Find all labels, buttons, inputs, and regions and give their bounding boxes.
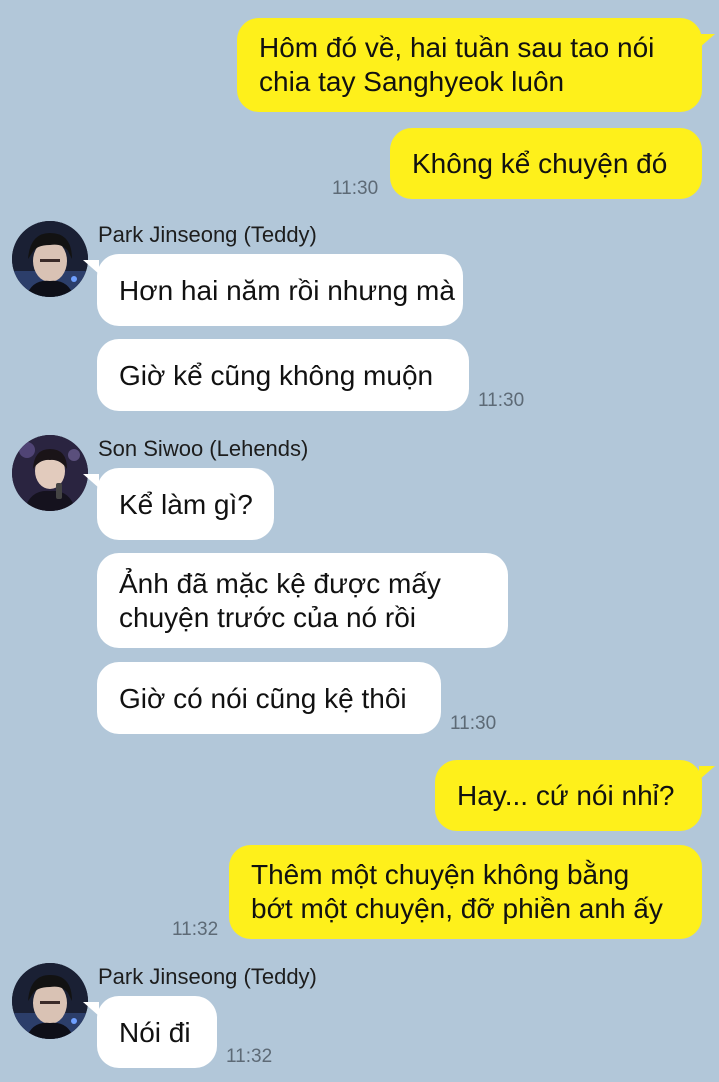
message-text: Thêm một chuyện không bằng bớt một chuyệ…	[251, 859, 663, 924]
message-bubble-incoming[interactable]: Giờ có nói cũng kệ thôi	[97, 662, 441, 734]
message-timestamp: 11:32	[172, 919, 219, 940]
message-bubble-outgoing[interactable]: Không kể chuyện đó	[390, 128, 702, 199]
bubble-tail	[699, 34, 715, 48]
sender-name: Park Jinseong (Teddy)	[98, 964, 317, 989]
avatar-icon	[12, 221, 88, 297]
sender-name: Park Jinseong (Teddy)	[98, 222, 317, 247]
message-timestamp: 11:30	[478, 390, 525, 411]
message-text: Hơn hai năm rồi nhưng mà	[119, 274, 455, 306]
message-timestamp: 11:30	[450, 713, 497, 734]
bubble-tail	[83, 1002, 99, 1016]
message-text: Hay... cứ nói nhỉ?	[457, 780, 675, 811]
sender-name: Son Siwoo (Lehends)	[98, 436, 309, 461]
avatar-lehends[interactable]	[12, 435, 88, 511]
bubble-tail	[699, 766, 715, 780]
avatar-icon	[12, 435, 88, 511]
avatar-teddy[interactable]	[12, 963, 88, 1039]
message-text: Ảnh đã mặc kệ được mấy chuyện trước của …	[119, 567, 441, 633]
message-text: Giờ có nói cũng kệ thôi	[119, 682, 407, 714]
message-text: Hôm đó về, hai tuần sau tao nói chia tay…	[259, 32, 655, 97]
message-bubble-outgoing[interactable]: Thêm một chuyện không bằng bớt một chuyệ…	[229, 845, 702, 939]
message-bubble-outgoing[interactable]: Hôm đó về, hai tuần sau tao nói chia tay…	[237, 18, 702, 112]
bubble-tail	[83, 260, 99, 274]
message-text: Nói đi	[119, 1016, 191, 1048]
message-text: Không kể chuyện đó	[412, 148, 668, 179]
bubble-tail	[83, 474, 99, 488]
message-bubble-incoming[interactable]: Nói đi	[97, 996, 217, 1068]
message-bubble-outgoing[interactable]: Hay... cứ nói nhỉ?	[435, 760, 702, 831]
chat-area[interactable]: Hôm đó về, hai tuần sau tao nói chia tay…	[0, 0, 719, 1082]
message-timestamp: 11:30	[332, 178, 379, 199]
message-bubble-incoming[interactable]: Giờ kể cũng không muộn	[97, 339, 469, 411]
message-timestamp: 11:32	[226, 1046, 273, 1067]
message-bubble-incoming[interactable]: Hơn hai năm rồi nhưng mà	[97, 254, 463, 326]
avatar-teddy[interactable]	[12, 221, 88, 297]
message-bubble-incoming[interactable]: Ảnh đã mặc kệ được mấy chuyện trước của …	[97, 553, 508, 648]
avatar-icon	[12, 963, 88, 1039]
message-text: Kể làm gì?	[119, 488, 253, 520]
message-text: Giờ kể cũng không muộn	[119, 359, 434, 391]
message-bubble-incoming[interactable]: Kể làm gì?	[97, 468, 274, 540]
